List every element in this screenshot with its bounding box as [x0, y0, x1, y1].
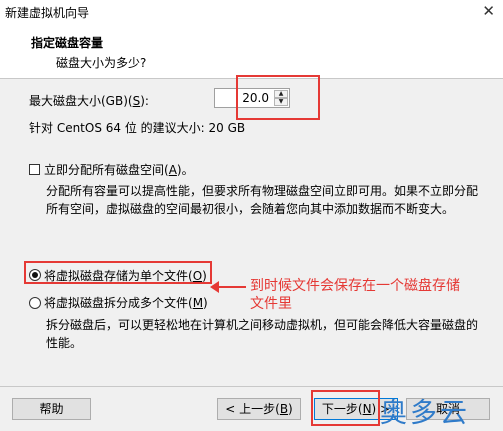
- highlight-box-next: [311, 390, 380, 426]
- annotation-text: 到时候文件会保存在一个磁盘存储 文件里: [250, 278, 460, 312]
- multi-file-radio[interactable]: [29, 297, 41, 309]
- highlight-box-single-file: [24, 261, 212, 284]
- window-title: 新建虚拟机向导: [5, 6, 90, 20]
- annotation-arrow-line: [218, 286, 246, 288]
- watermark-logo: 奥多云: [380, 398, 470, 429]
- close-icon[interactable]: ✕: [482, 2, 495, 20]
- allocate-now-checkbox[interactable]: [29, 164, 40, 175]
- allocate-description: 分配所有容量可以提高性能，但要求所有物理磁盘空间立即可用。如果不立即分配 所有空…: [46, 184, 479, 216]
- multi-file-description: 拆分磁盘后，可以更轻松地在计算机之间移动虚拟机，但可能会降低大容量磁盘的 性能。: [46, 318, 479, 350]
- recommended-size-text: 针对 CentOS 64 位 的建议大小: 20 GB: [29, 121, 246, 135]
- disk-size-label: 最大磁盘大小(GB)(S):: [29, 94, 149, 108]
- help-button[interactable]: 帮助: [12, 398, 91, 420]
- annotation-arrow-icon: [210, 281, 219, 293]
- back-button[interactable]: < 上一步(B): [217, 398, 301, 420]
- allocate-now-label[interactable]: 立即分配所有磁盘空间(A)。: [44, 161, 194, 178]
- page-subtitle: 磁盘大小为多少?: [56, 56, 147, 70]
- page-title: 指定磁盘容量: [31, 36, 104, 50]
- highlight-box-disk-size: [236, 75, 320, 120]
- wizard-header: 指定磁盘容量 磁盘大小为多少?: [0, 24, 503, 79]
- title-bar: 新建虚拟机向导 ✕: [0, 0, 503, 24]
- multi-file-label[interactable]: 将虚拟磁盘拆分成多个文件(M): [44, 294, 208, 311]
